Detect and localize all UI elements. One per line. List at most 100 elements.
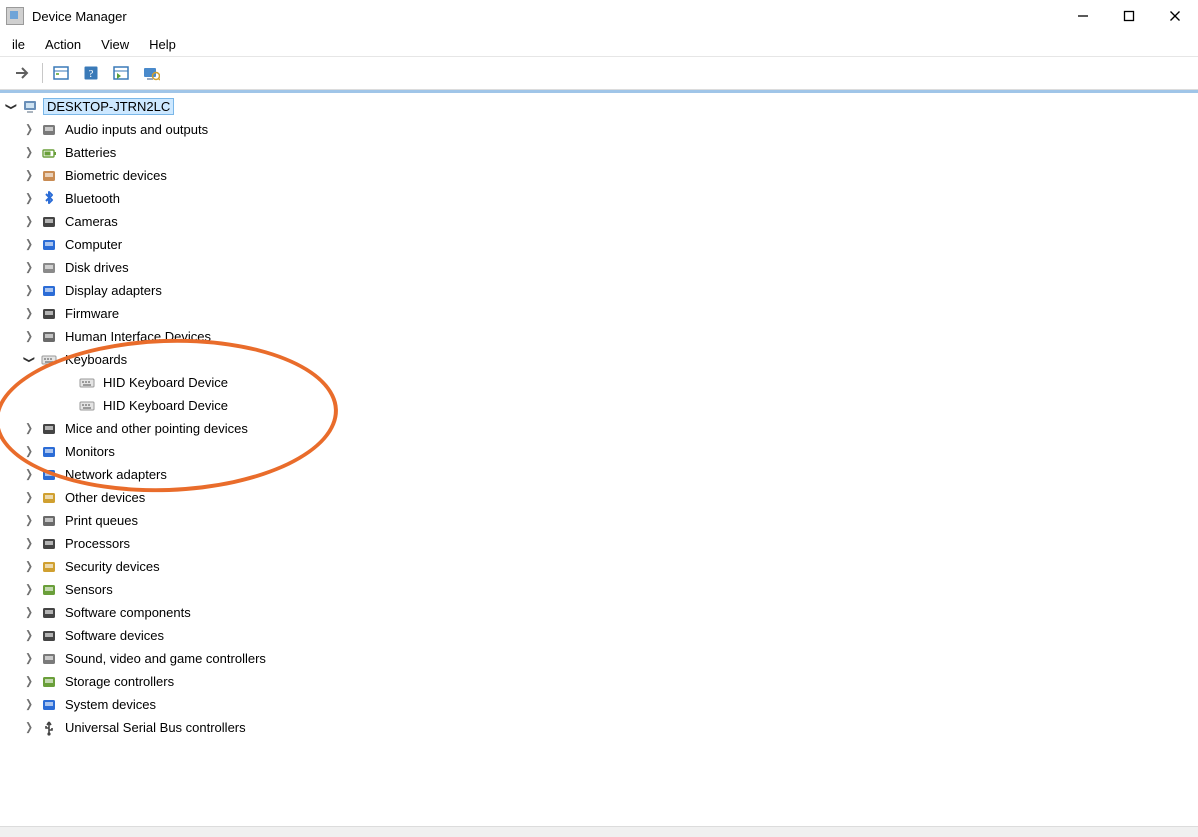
chevron-right-icon[interactable] xyxy=(22,422,36,436)
menu-view[interactable]: View xyxy=(91,32,139,56)
tree-row[interactable]: Storage controllers xyxy=(0,670,1198,693)
tree-row[interactable]: Universal Serial Bus controllers xyxy=(0,716,1198,739)
disk-icon xyxy=(40,260,58,276)
toolbar-show-hidden-button[interactable] xyxy=(47,60,75,86)
svg-text:?: ? xyxy=(89,68,94,80)
tree-row[interactable]: HID Keyboard Device xyxy=(0,371,1198,394)
menu-bar: ile Action View Help xyxy=(0,32,1198,57)
sensor-icon xyxy=(40,582,58,598)
tree-row-label: Monitors xyxy=(62,444,118,459)
toolbar: ? xyxy=(0,57,1198,90)
tree-row-label: Disk drives xyxy=(62,260,132,275)
tree-row[interactable]: Firmware xyxy=(0,302,1198,325)
tree-row[interactable]: Software devices xyxy=(0,624,1198,647)
tree-row[interactable]: Cameras xyxy=(0,210,1198,233)
chevron-right-icon[interactable] xyxy=(22,284,36,298)
chevron-right-icon[interactable] xyxy=(22,123,36,137)
tree-row[interactable]: Audio inputs and outputs xyxy=(0,118,1198,141)
tree-row[interactable]: Batteries xyxy=(0,141,1198,164)
tree-row[interactable]: Network adapters xyxy=(0,463,1198,486)
tree-row-label: Processors xyxy=(62,536,133,551)
keyboard-icon xyxy=(78,375,96,391)
maximize-button[interactable] xyxy=(1106,0,1152,32)
chevron-right-icon[interactable] xyxy=(22,307,36,321)
tree-row[interactable]: Print queues xyxy=(0,509,1198,532)
tree-row[interactable]: Human Interface Devices xyxy=(0,325,1198,348)
tree-row[interactable]: Keyboards xyxy=(0,348,1198,371)
tree-row[interactable]: Other devices xyxy=(0,486,1198,509)
tree-row[interactable]: Computer xyxy=(0,233,1198,256)
device-tree[interactable]: DESKTOP-JTRN2LCAudio inputs and outputsB… xyxy=(0,93,1198,739)
storage-icon xyxy=(40,674,58,690)
tree-row[interactable]: Sensors xyxy=(0,578,1198,601)
chevron-right-icon[interactable] xyxy=(22,629,36,643)
tree-row-label: Universal Serial Bus controllers xyxy=(62,720,249,735)
chevron-right-icon[interactable] xyxy=(22,560,36,574)
chevron-right-icon[interactable] xyxy=(22,238,36,252)
security-icon xyxy=(40,559,58,575)
chevron-right-icon[interactable] xyxy=(22,468,36,482)
biometric-icon xyxy=(40,168,58,184)
close-button[interactable] xyxy=(1152,0,1198,32)
chevron-right-icon[interactable] xyxy=(22,330,36,344)
tree-row-label: Security devices xyxy=(62,559,163,574)
toolbar-add-feature-button[interactable] xyxy=(107,60,135,86)
toolbar-scan-button[interactable] xyxy=(137,60,165,86)
menu-file[interactable]: ile xyxy=(2,32,35,56)
chevron-right-icon[interactable] xyxy=(22,652,36,666)
chevron-right-icon[interactable] xyxy=(22,146,36,160)
tree-row[interactable]: Monitors xyxy=(0,440,1198,463)
tree-row-label: HID Keyboard Device xyxy=(100,375,231,390)
chevron-right-icon[interactable] xyxy=(22,698,36,712)
chevron-right-icon[interactable] xyxy=(22,537,36,551)
tree-row-label: Biometric devices xyxy=(62,168,170,183)
chevron-right-icon[interactable] xyxy=(22,606,36,620)
tree-row-label: Sensors xyxy=(62,582,116,597)
bluetooth-icon xyxy=(40,191,58,207)
tree-row[interactable]: Display adapters xyxy=(0,279,1198,302)
tree-row-label: Firmware xyxy=(62,306,122,321)
window-controls xyxy=(1060,0,1198,32)
tree-row[interactable]: Sound, video and game controllers xyxy=(0,647,1198,670)
tree-row[interactable]: System devices xyxy=(0,693,1198,716)
minimize-button[interactable] xyxy=(1060,0,1106,32)
toolbar-forward-button[interactable] xyxy=(8,60,36,86)
chevron-right-icon[interactable] xyxy=(22,261,36,275)
monitor-icon xyxy=(40,237,58,253)
tree-row[interactable]: Bluetooth xyxy=(0,187,1198,210)
tree-row[interactable]: Biometric devices xyxy=(0,164,1198,187)
sound-icon xyxy=(40,651,58,667)
hid-icon xyxy=(40,329,58,345)
menu-file-label: ile xyxy=(12,37,25,52)
tree-row[interactable]: Processors xyxy=(0,532,1198,555)
chevron-right-icon[interactable] xyxy=(22,445,36,459)
chevron-right-icon[interactable] xyxy=(22,169,36,183)
menu-action-label: Action xyxy=(45,37,81,52)
chevron-right-icon[interactable] xyxy=(22,215,36,229)
chevron-right-icon[interactable] xyxy=(22,192,36,206)
chevron-down-icon[interactable] xyxy=(4,100,18,114)
menu-action[interactable]: Action xyxy=(35,32,91,56)
chevron-right-icon[interactable] xyxy=(22,491,36,505)
software-icon xyxy=(40,605,58,621)
network-icon xyxy=(40,467,58,483)
menu-help[interactable]: Help xyxy=(139,32,186,56)
tree-row-label: Mice and other pointing devices xyxy=(62,421,251,436)
tree-row[interactable]: Software components xyxy=(0,601,1198,624)
chevron-right-icon[interactable] xyxy=(22,583,36,597)
tree-row[interactable]: Security devices xyxy=(0,555,1198,578)
tree-row[interactable]: HID Keyboard Device xyxy=(0,394,1198,417)
tree-row-label: Other devices xyxy=(62,490,148,505)
tree-row[interactable]: DESKTOP-JTRN2LC xyxy=(0,95,1198,118)
tree-row[interactable]: Disk drives xyxy=(0,256,1198,279)
chevron-right-icon[interactable] xyxy=(22,514,36,528)
tree-row-label: Sound, video and game controllers xyxy=(62,651,269,666)
chevron-right-icon[interactable] xyxy=(22,721,36,735)
toolbar-help-button[interactable]: ? xyxy=(77,60,105,86)
tree-row[interactable]: Mice and other pointing devices xyxy=(0,417,1198,440)
chevron-right-icon[interactable] xyxy=(22,675,36,689)
chevron-down-icon[interactable] xyxy=(22,353,36,367)
tree-row-label: Computer xyxy=(62,237,125,252)
battery-icon xyxy=(40,145,58,161)
camera-icon xyxy=(40,214,58,230)
